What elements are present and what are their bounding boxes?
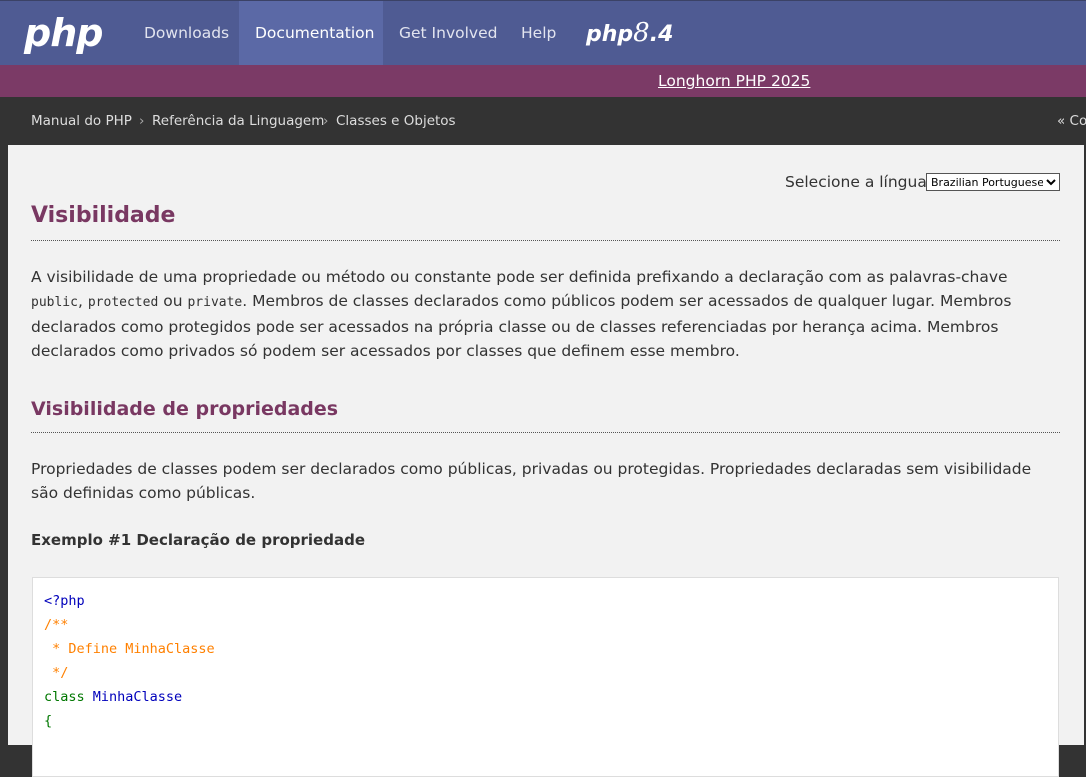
language-select[interactable]: Brazilian Portuguese — [926, 173, 1060, 191]
keyword-protected: protected — [87, 295, 159, 310]
breadcrumb-separator: › — [323, 113, 329, 129]
release-logo-minor: .4 — [649, 22, 674, 47]
nav-downloads[interactable]: Downloads — [128, 1, 245, 65]
keyword-public: public — [31, 295, 78, 310]
code-class-name: MinhaClasse — [92, 689, 183, 705]
intro-or: ou — [158, 292, 188, 310]
language-label: Selecione a língua: — [785, 173, 933, 191]
code-keyword: class — [44, 689, 93, 705]
breadcrumb-language-reference[interactable]: Referência da Linguagem — [152, 112, 324, 130]
code-line: { — [44, 713, 53, 729]
intro-paragraph: A visibilidade de uma propriedade ou mét… — [31, 265, 1061, 363]
code-example: <?php /** * Define MinhaClasse */ class … — [32, 577, 1059, 777]
intro-comma: , — [77, 292, 83, 310]
page-title: Visibilidade — [31, 203, 176, 228]
top-navbar: php Downloads Documentation Get Involved… — [0, 0, 1086, 65]
previous-page-link[interactable]: « Co — [1057, 112, 1086, 130]
section-divider — [31, 432, 1060, 433]
code-line: <?php — [44, 593, 85, 609]
banner-link[interactable]: Longhorn PHP 2025 — [658, 71, 810, 91]
code-line: class MinhaClasse — [44, 685, 182, 709]
code-line: * Define MinhaClasse — [44, 641, 215, 657]
release-logo-prefix: php — [586, 22, 634, 47]
release-logo-major: 8 — [633, 18, 650, 48]
example-title: Exemplo #1 Declaração de propriedade — [31, 531, 365, 549]
section-paragraph: Propriedades de classes podem ser declar… — [31, 460, 1032, 502]
keyword-private: private — [187, 295, 243, 310]
breadcrumb-classes-objects[interactable]: Classes e Objetos — [336, 112, 456, 130]
conference-banner: Longhorn PHP 2025 — [0, 65, 1086, 97]
main-content: Selecione a língua: Brazilian Portuguese… — [8, 145, 1084, 777]
php-logo[interactable]: php — [24, 10, 103, 56]
breadcrumb-manual[interactable]: Manual do PHP — [31, 112, 132, 130]
nav-documentation[interactable]: Documentation — [239, 1, 383, 65]
breadcrumb: Manual do PHP › Referência da Linguagem … — [0, 97, 1086, 145]
title-divider — [31, 240, 1060, 241]
code-line: */ — [44, 665, 69, 681]
intro-text-1: A visibilidade de uma propriedade ou mét… — [31, 268, 1008, 286]
nav-get-involved[interactable]: Get Involved — [383, 1, 513, 65]
code-line: /** — [44, 617, 69, 633]
php-8-4-release-logo[interactable]: php8.4 — [586, 19, 673, 49]
nav-help[interactable]: Help — [505, 1, 572, 65]
section-title: Visibilidade de propriedades — [31, 398, 339, 420]
breadcrumb-separator: › — [139, 113, 145, 129]
